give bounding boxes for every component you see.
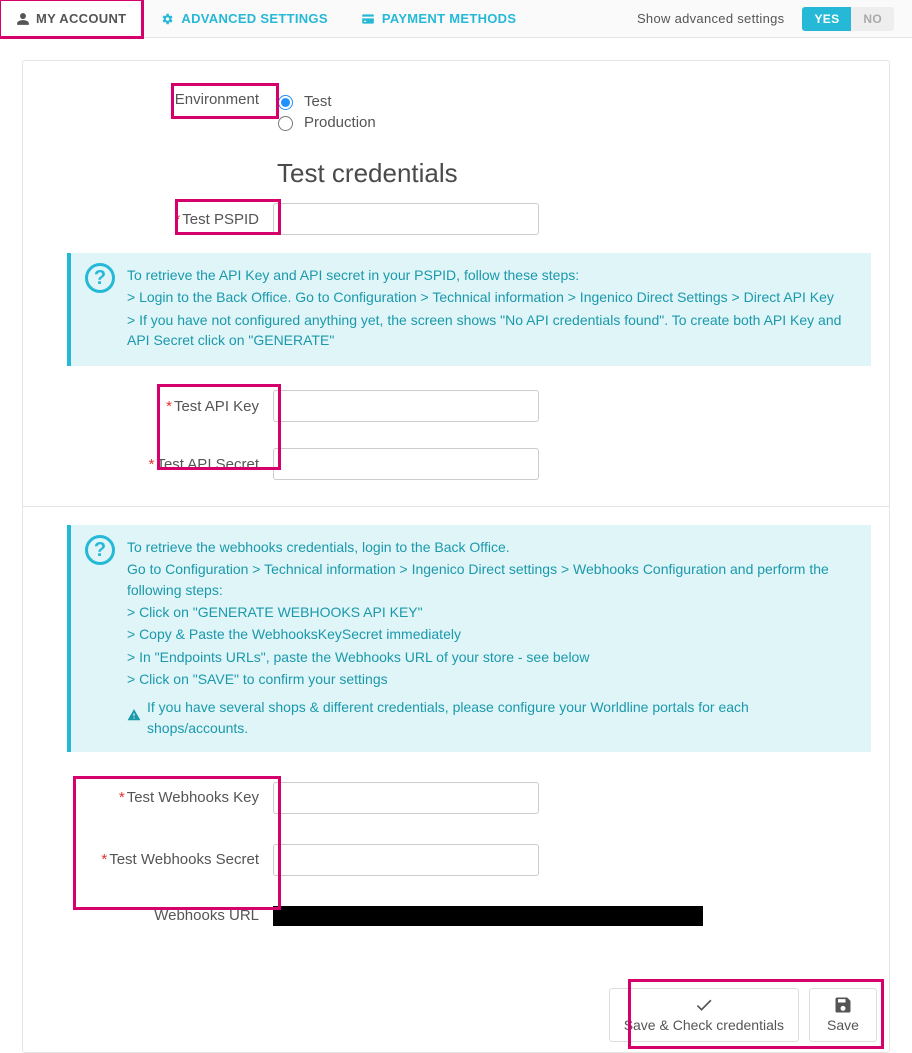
row-environment: Environment Test Production xyxy=(23,89,889,134)
radio-input-test[interactable] xyxy=(278,95,293,110)
tab-label: PAYMENT METHODS xyxy=(382,11,517,26)
radio-label-production: Production xyxy=(304,114,376,131)
label-pspid: Test PSPID xyxy=(182,211,259,228)
label-environment: Environment xyxy=(23,89,273,108)
row-webhooks-url: Webhooks URL xyxy=(23,906,889,926)
api-fields-group: *Test API Key *Test API Secret xyxy=(23,390,889,480)
callout-line: > If you have not configured anything ye… xyxy=(127,310,853,351)
tab-label: MY ACCOUNT xyxy=(36,11,126,26)
tab-my-account[interactable]: MY ACCOUNT xyxy=(0,0,143,37)
input-webhooks-secret[interactable] xyxy=(273,844,539,876)
label-api-secret: Test API Secret xyxy=(156,456,259,473)
button-label: Save xyxy=(827,1017,859,1033)
check-icon xyxy=(692,995,716,1015)
radio-env-production[interactable]: Production xyxy=(273,113,889,131)
row-api-secret: *Test API Secret xyxy=(23,448,889,480)
webhooks-url-value xyxy=(273,906,703,926)
divider xyxy=(22,506,890,507)
label-api-key: Test API Key xyxy=(174,398,259,415)
callout-line: > Login to the Back Office. Go to Config… xyxy=(127,287,853,307)
radio-label-test: Test xyxy=(304,93,332,110)
gears-icon xyxy=(159,12,175,26)
help-icon: ? xyxy=(85,263,115,293)
callout-warning: If you have several shops & different cr… xyxy=(147,697,853,738)
input-pspid[interactable] xyxy=(273,203,539,235)
callout-line: Go to Configuration > Technical informat… xyxy=(127,559,853,600)
callout-webhooks: ? To retrieve the webhooks credentials, … xyxy=(67,525,871,752)
label-webhooks-key: Test Webhooks Key xyxy=(127,789,259,806)
button-label: Save & Check credentials xyxy=(624,1017,784,1033)
callout-line: > In "Endpoints URLs", paste the Webhook… xyxy=(127,647,853,667)
credit-card-icon xyxy=(360,12,376,26)
advanced-toggle-label: Show advanced settings xyxy=(637,11,785,26)
user-icon xyxy=(16,12,30,26)
row-webhooks-secret: *Test Webhooks Secret xyxy=(23,844,889,876)
row-pspid: *Test PSPID xyxy=(23,203,889,235)
help-icon: ? xyxy=(85,535,115,565)
label-webhooks-secret: Test Webhooks Secret xyxy=(109,851,259,868)
callout-line: To retrieve the API Key and API secret i… xyxy=(127,265,853,285)
input-api-key[interactable] xyxy=(273,390,539,422)
webhooks-fields-group: *Test Webhooks Key *Test Webhooks Secret… xyxy=(23,782,889,926)
callout-line: > Copy & Paste the WebhooksKeySecret imm… xyxy=(127,624,853,644)
toggle-no[interactable]: NO xyxy=(851,7,894,31)
row-api-key: *Test API Key xyxy=(23,390,889,422)
tab-payment-methods[interactable]: PAYMENT METHODS xyxy=(344,0,533,37)
tab-bar: MY ACCOUNT ADVANCED SETTINGS PAYMENT MET… xyxy=(0,0,912,38)
callout-line: To retrieve the webhooks credentials, lo… xyxy=(127,537,853,557)
warning-icon xyxy=(127,707,141,727)
save-icon xyxy=(832,995,854,1015)
radio-env-test[interactable]: Test xyxy=(273,92,889,110)
save-button[interactable]: Save xyxy=(809,988,877,1042)
callout-line: > Click on "GENERATE WEBHOOKS API KEY" xyxy=(127,602,853,622)
callout-line: > Click on "SAVE" to confirm your settin… xyxy=(127,669,853,689)
input-webhooks-key[interactable] xyxy=(273,782,539,814)
advanced-toggle[interactable]: YES NO xyxy=(802,7,894,31)
callout-api: ? To retrieve the API Key and API secret… xyxy=(67,253,871,366)
section-title: Test credentials xyxy=(277,158,889,189)
toggle-yes[interactable]: YES xyxy=(802,7,851,31)
settings-panel: Environment Test Production Test credent… xyxy=(22,60,890,1053)
radio-input-production[interactable] xyxy=(278,116,293,131)
footer-actions: Save & Check credentials Save xyxy=(609,988,877,1042)
label-webhooks-url: Webhooks URL xyxy=(154,907,259,924)
row-webhooks-key: *Test Webhooks Key xyxy=(23,782,889,814)
save-check-button[interactable]: Save & Check credentials xyxy=(609,988,799,1042)
tab-advanced-settings[interactable]: ADVANCED SETTINGS xyxy=(143,0,343,37)
input-api-secret[interactable] xyxy=(273,448,539,480)
tab-label: ADVANCED SETTINGS xyxy=(181,11,327,26)
